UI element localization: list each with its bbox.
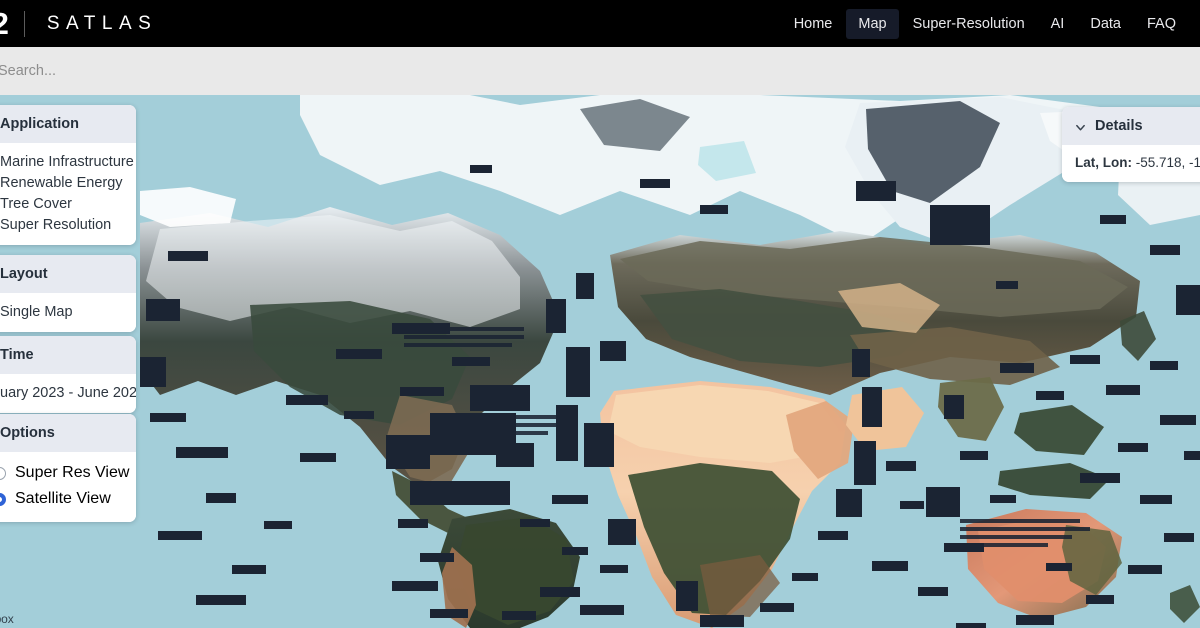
time-panel: Time uary 2023 - June 2023 xyxy=(0,336,136,413)
layout-panel: Layout Single Map xyxy=(0,255,136,332)
application-panel-title: Application xyxy=(0,116,79,132)
nav-links: Home Map Super-Resolution AI Data FAQ xyxy=(782,0,1200,47)
application-item-tree-cover[interactable]: Tree Cover xyxy=(0,193,136,214)
time-panel-title: Time xyxy=(0,347,34,363)
radio-satellite-view[interactable] xyxy=(0,492,6,506)
ai2-logo: I2 xyxy=(0,8,10,39)
chevron-down-icon[interactable] xyxy=(1075,121,1086,132)
application-panel-body: Marine Infrastructure Renewable Energy T… xyxy=(0,143,136,245)
brand[interactable]: I2 SATLAS xyxy=(0,0,157,47)
layout-panel-body: Single Map xyxy=(0,293,136,332)
nav-item-super-resolution[interactable]: Super-Resolution xyxy=(901,9,1037,39)
details-panel-body: Lat, Lon: -55.718, -148.68 xyxy=(1062,145,1200,182)
options-panel: Options Super Res View Satellite View xyxy=(0,414,136,522)
layout-panel-header[interactable]: Layout xyxy=(0,255,136,293)
details-panel-title: Details xyxy=(1095,118,1143,134)
nav-item-home[interactable]: Home xyxy=(782,9,845,39)
map-canvas[interactable]: pbox xyxy=(0,95,1200,628)
latlon-label: Lat, Lon: xyxy=(1075,155,1132,170)
map-attribution[interactable]: pbox xyxy=(0,612,14,626)
layout-item-single-map[interactable]: Single Map xyxy=(0,301,136,322)
application-item-super-resolution[interactable]: Super Resolution xyxy=(0,214,136,235)
application-panel-header[interactable]: Application xyxy=(0,105,136,143)
details-panel: Details Lat, Lon: -55.718, -148.68 xyxy=(1062,107,1200,182)
nav-item-map[interactable]: Map xyxy=(846,8,899,39)
search-bar xyxy=(0,47,1200,95)
radio-super-res-view[interactable] xyxy=(0,466,6,480)
nav-item-data[interactable]: Data xyxy=(1078,9,1133,39)
brand-divider xyxy=(23,10,25,37)
satellite-imagery xyxy=(0,95,1200,628)
nav-item-ai[interactable]: AI xyxy=(1039,9,1077,39)
application-item-renewable-energy[interactable]: Renewable Energy xyxy=(0,172,136,193)
brand-name: SATLAS xyxy=(46,12,158,34)
option-label-satellite-view: Satellite View xyxy=(15,490,111,507)
application-panel: Application Marine Infrastructure Renewa… xyxy=(0,105,136,245)
application-item-marine-infrastructure[interactable]: Marine Infrastructure xyxy=(0,151,136,172)
options-panel-title: Options xyxy=(0,425,55,441)
top-navbar: I2 SATLAS Home Map Super-Resolution AI D… xyxy=(0,0,1200,47)
options-panel-header[interactable]: Options xyxy=(0,414,136,452)
layout-panel-title: Layout xyxy=(0,266,48,282)
options-panel-body: Super Res View Satellite View xyxy=(0,452,136,522)
latlon-value: -55.718, -148.68 xyxy=(1135,155,1200,170)
latlon-readout: Lat, Lon: -55.718, -148.68 xyxy=(1075,155,1200,170)
search-input[interactable] xyxy=(0,47,1198,95)
option-satellite-view[interactable]: Satellite View xyxy=(0,486,136,512)
option-label-super-res-view: Super Res View xyxy=(15,464,130,481)
nav-item-faq[interactable]: FAQ xyxy=(1135,9,1188,39)
details-panel-header[interactable]: Details xyxy=(1062,107,1200,145)
option-super-res-view[interactable]: Super Res View xyxy=(0,460,136,486)
time-panel-header[interactable]: Time xyxy=(0,336,136,374)
satlas-map-page: pbox I2 SATLAS Home Map Super-Resolution… xyxy=(0,0,1200,628)
time-panel-body: uary 2023 - June 2023 xyxy=(0,374,136,413)
time-range-value[interactable]: uary 2023 - June 2023 xyxy=(0,382,136,403)
